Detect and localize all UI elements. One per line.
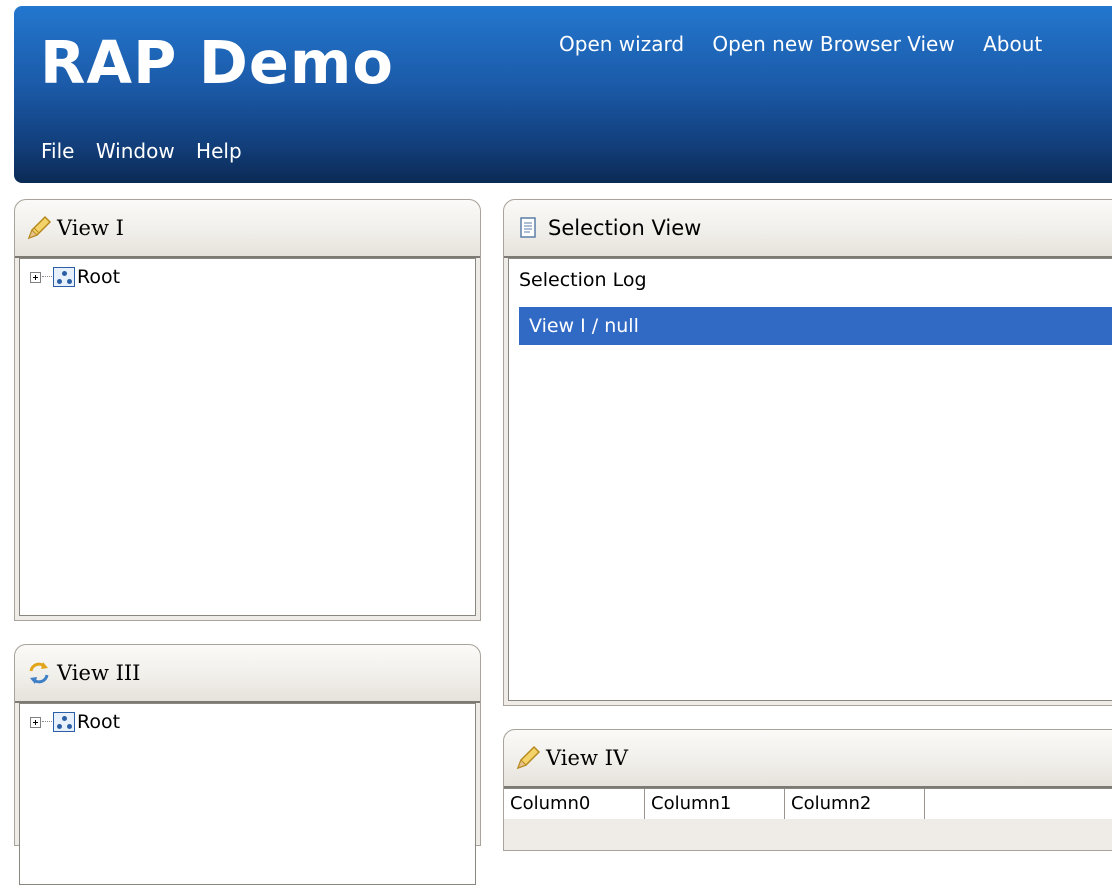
header-links: Open wizard Open new Browser View About [559, 32, 1064, 56]
hierarchy-icon [53, 712, 75, 732]
plus-box-icon[interactable] [30, 271, 41, 283]
menu-file[interactable]: File [41, 139, 74, 163]
view-3-title: View III [57, 661, 141, 685]
selection-log-entry[interactable]: View I / null [519, 307, 1112, 345]
pencil-icon [516, 745, 541, 770]
about-link[interactable]: About [983, 32, 1042, 56]
column-header-0[interactable]: Column0 [504, 789, 645, 819]
selection-view-body: Selection Log View I / null [508, 258, 1112, 701]
app-title: RAP Demo [40, 28, 394, 97]
view-3-tab[interactable]: View III [15, 645, 480, 703]
menu-window[interactable]: Window [96, 139, 175, 163]
pencil-icon [27, 215, 52, 240]
view-4-title: View IV [546, 746, 629, 770]
document-icon [520, 217, 536, 238]
selection-view-panel: Selection View Selection Log View I / nu… [503, 199, 1112, 706]
menu-bar: File Window Help [41, 139, 257, 163]
view-4-tab[interactable]: View IV [504, 730, 1112, 788]
open-wizard-link[interactable]: Open wizard [559, 32, 684, 56]
tree-row[interactable]: Root [30, 710, 120, 734]
view-1-tree: Root [19, 258, 476, 616]
menu-help[interactable]: Help [196, 139, 242, 163]
tree-connector [42, 276, 52, 278]
plus-box-icon[interactable] [30, 716, 41, 728]
view-1-title: View I [57, 216, 124, 240]
hierarchy-icon [53, 267, 75, 287]
selection-view-tab[interactable]: Selection View [504, 200, 1112, 258]
app-header: RAP Demo Open wizard Open new Browser Vi… [14, 6, 1112, 183]
tree-connector [42, 721, 52, 723]
selection-view-title: Selection View [548, 216, 702, 240]
selection-log-label: Selection Log [519, 269, 647, 291]
view-4-table-header: Column0 Column1 Column2 [504, 788, 1112, 819]
column-header-2[interactable]: Column2 [785, 789, 925, 819]
tree-item-root[interactable]: Root [77, 266, 120, 288]
refresh-icon [29, 662, 49, 684]
open-browser-view-link[interactable]: Open new Browser View [712, 32, 954, 56]
column-header-1[interactable]: Column1 [645, 789, 785, 819]
tree-item-root[interactable]: Root [77, 711, 120, 733]
view-3-tree: Root [19, 703, 476, 885]
tree-row[interactable]: Root [30, 265, 120, 289]
view-1-tab[interactable]: View I [15, 200, 480, 258]
view-1-panel: View I Root [14, 199, 481, 621]
view-4-panel: View IV Column0 Column1 Column2 [503, 729, 1112, 851]
view-3-panel: View III Root [14, 644, 481, 885]
